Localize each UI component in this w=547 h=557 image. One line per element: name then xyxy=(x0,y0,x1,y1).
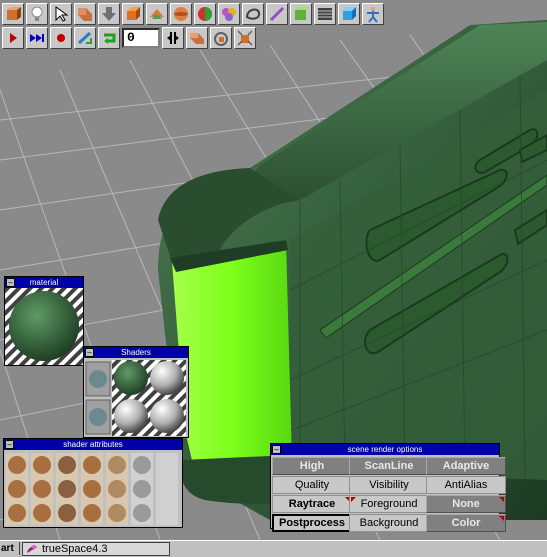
light-icon[interactable] xyxy=(26,3,48,25)
shaders-panel-title[interactable]: – Shaders xyxy=(84,347,188,358)
background-button[interactable]: Background xyxy=(349,514,429,532)
scene-render-options-title[interactable]: – scene render options xyxy=(271,444,499,455)
paint-brush-icon[interactable] xyxy=(194,3,216,25)
frame-number-field[interactable]: 0 xyxy=(122,28,160,48)
material-panel-title[interactable]: – material xyxy=(5,277,83,288)
minimize-icon[interactable]: – xyxy=(272,445,281,454)
options-marker-icon xyxy=(499,516,504,521)
animation-toolbar: 0 xyxy=(0,26,256,50)
background-color-button[interactable]: Color xyxy=(426,514,506,532)
glue-icon[interactable] xyxy=(242,3,264,25)
shader-attributes-panel: – shader attributes xyxy=(3,438,183,528)
taskbar: art trueSpace4.3 xyxy=(0,540,547,557)
pointer-icon[interactable] xyxy=(50,3,72,25)
quality-label: Quality xyxy=(272,476,352,494)
navigate-icon[interactable] xyxy=(290,3,312,25)
scene-render-options-panel: – scene render options High ScanLine Ada… xyxy=(270,443,506,532)
loop-icon[interactable] xyxy=(98,27,120,49)
options-marker-icon xyxy=(499,497,504,502)
start-button[interactable]: art xyxy=(0,542,20,555)
record-icon[interactable] xyxy=(50,27,72,49)
scale-anim-icon[interactable] xyxy=(234,27,256,49)
antialias-adaptive-button[interactable]: Adaptive xyxy=(426,457,506,475)
shader-grid[interactable] xyxy=(84,358,188,437)
shader-attribute-swatches[interactable] xyxy=(4,450,182,527)
down-arrow-icon[interactable] xyxy=(98,3,120,25)
rotate-anim-icon[interactable] xyxy=(210,27,232,49)
primitive-cube-icon[interactable] xyxy=(122,3,144,25)
minimize-icon[interactable]: – xyxy=(6,278,15,287)
taskbar-item-truespace[interactable]: trueSpace4.3 xyxy=(22,542,170,556)
grid-icon[interactable] xyxy=(314,3,336,25)
fast-forward-icon[interactable] xyxy=(26,27,48,49)
render-options-grid: High ScanLine Adaptive Quality Visibilit… xyxy=(271,455,506,532)
eye-move-icon[interactable] xyxy=(74,3,96,25)
visibility-scanline-button[interactable]: ScanLine xyxy=(349,457,429,475)
foreground-button[interactable]: Foreground xyxy=(349,495,429,513)
sphere-material-icon[interactable] xyxy=(170,3,192,25)
view-cube-icon[interactable] xyxy=(338,3,360,25)
play-icon[interactable] xyxy=(2,27,24,49)
visibility-label: Visibility xyxy=(349,476,429,494)
minimize-icon[interactable]: – xyxy=(5,440,14,449)
keyframe-icon[interactable] xyxy=(74,27,96,49)
object-tool-icon[interactable] xyxy=(2,3,24,25)
shader-attributes-panel-title[interactable]: – shader attributes xyxy=(4,439,182,450)
paint-icon[interactable] xyxy=(146,3,168,25)
material-panel: – material xyxy=(4,276,84,366)
raytrace-button[interactable]: Raytrace xyxy=(272,495,352,513)
postprocess-button[interactable]: Postprocess xyxy=(272,514,352,532)
antialias-label: AntiAlias xyxy=(426,476,506,494)
split-icon[interactable] xyxy=(162,27,184,49)
minimize-icon[interactable]: – xyxy=(85,348,94,357)
figure-icon[interactable] xyxy=(362,3,384,25)
shaders-panel: – Shaders xyxy=(83,346,189,438)
foreground-none-button[interactable]: None xyxy=(426,495,506,513)
group-icon[interactable] xyxy=(218,3,240,25)
material-preview[interactable] xyxy=(5,288,83,365)
truespace-app-icon xyxy=(27,545,37,553)
main-toolbar xyxy=(0,2,384,26)
options-marker-icon xyxy=(351,497,356,502)
quality-high-button[interactable]: High xyxy=(272,457,352,475)
deform-icon[interactable] xyxy=(266,3,288,25)
animation-path-icon[interactable] xyxy=(186,27,208,49)
